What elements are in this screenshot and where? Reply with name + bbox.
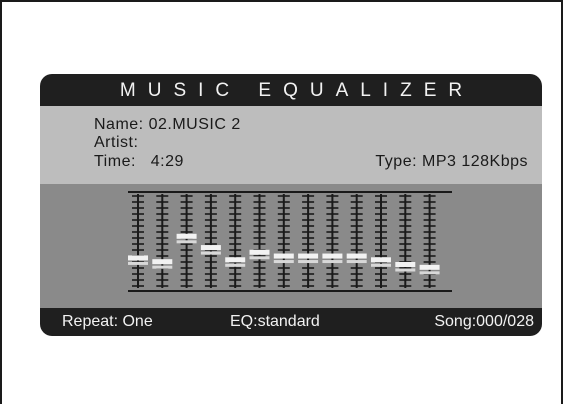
- eq-band-shadow: [298, 260, 319, 264]
- eq-band-shadow: [128, 261, 148, 265]
- track-info: Name: 02.MUSIC 2 Artist: Time: 4:29 Type…: [40, 106, 542, 184]
- eq-band-knob: [176, 233, 197, 239]
- eq-band-knob: [249, 249, 270, 255]
- eq-band-shadow: [322, 260, 343, 264]
- eq-band-knob: [225, 257, 246, 263]
- eq-band-shadow: [371, 263, 391, 267]
- eq-band-shadow: [176, 240, 197, 244]
- eq-band-knob: [298, 253, 319, 259]
- eq-band-knob: [419, 264, 440, 270]
- repeat-mode[interactable]: Repeat: One: [62, 308, 153, 336]
- eq-band-knob: [152, 259, 173, 265]
- eq-band-shadow: [200, 251, 221, 255]
- status-bar: Repeat: One EQ:standard Song:000/028: [40, 308, 542, 336]
- eq-band-shadow: [249, 256, 270, 260]
- equalizer-bands: [128, 191, 452, 292]
- eq-band-knob: [128, 255, 148, 261]
- eq-band-knob: [273, 253, 294, 259]
- eq-band-knob: [346, 253, 367, 259]
- eq-band-knob: [395, 262, 416, 267]
- eq-band-shadow: [225, 263, 246, 267]
- eq-band-shadow: [346, 260, 367, 264]
- music-equalizer-panel: MUSIC EQUALIZER Name: 02.MUSIC 2 Artist:…: [40, 74, 542, 336]
- eq-band-knob: [371, 257, 391, 263]
- eq-band-knob: [322, 253, 343, 259]
- eq-band-shadow: [395, 268, 416, 272]
- eq-band-knob: [200, 245, 221, 251]
- track-time: Time: 4:29: [94, 153, 184, 170]
- eq-mode[interactable]: EQ:standard: [230, 308, 320, 336]
- track-artist: Artist:: [94, 134, 139, 151]
- panel-title: MUSIC EQUALIZER: [119, 80, 475, 101]
- song-counter: Song:000/028: [434, 313, 534, 330]
- track-name: Name: 02.MUSIC 2: [94, 116, 241, 133]
- track-type: Type: MP3 128Kbps: [375, 153, 528, 170]
- eq-band-shadow: [273, 260, 294, 264]
- eq-band-shadow: [419, 271, 440, 275]
- eq-band-shadow: [152, 265, 173, 269]
- equalizer-area: [40, 184, 542, 308]
